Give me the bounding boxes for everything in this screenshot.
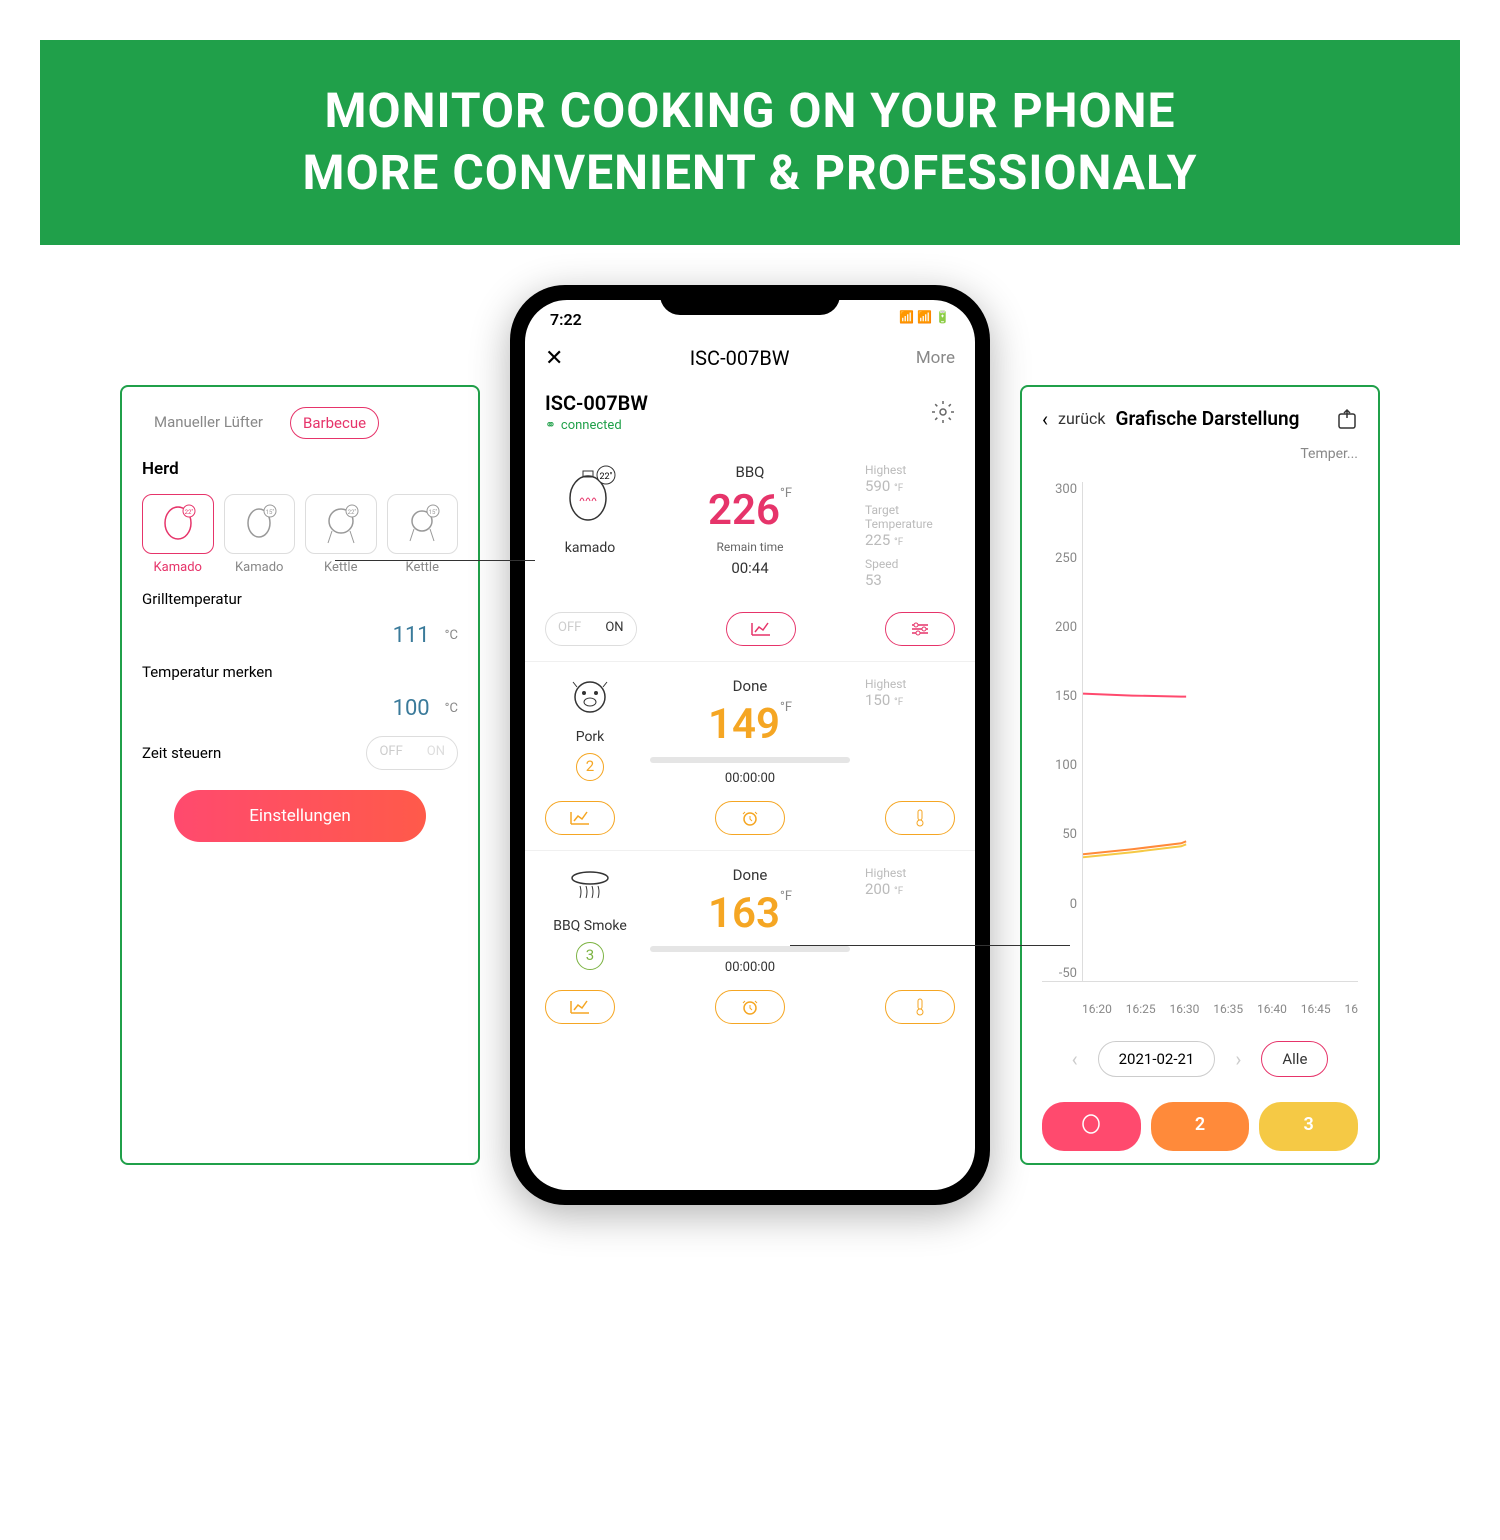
kamado-grill-icon: 22" bbox=[560, 463, 620, 528]
grill-temp-input[interactable]: 111°C bbox=[142, 623, 458, 648]
chart-area[interactable]: 300250200150100500-50 bbox=[1042, 482, 1358, 982]
promo-banner: MONITOR COOKING ON YOUR PHONEMORE CONVEN… bbox=[40, 40, 1460, 245]
svg-text:22": 22" bbox=[600, 472, 613, 482]
probe-3-badge: 3 bbox=[576, 942, 604, 970]
bbq-label: BBQ bbox=[650, 463, 850, 481]
chart-title: Grafische Darstellung bbox=[1116, 407, 1327, 430]
probe-3-button[interactable]: 3 bbox=[1259, 1102, 1358, 1151]
connector-line bbox=[790, 945, 1070, 946]
back-button[interactable]: ‹ bbox=[1042, 407, 1048, 431]
mark-temp-input[interactable]: 100°C bbox=[142, 696, 458, 721]
stove-kamado-15[interactable]: 15" Kamado bbox=[224, 494, 296, 575]
device-header: ISC-007BW ⚭connected bbox=[525, 383, 975, 448]
phone-mockup: 7:22📶 📶 🔋 ✕ ISC-007BW More ISC-007BW ⚭co… bbox=[510, 285, 990, 1205]
settings-panel: Manueller Lüfter Barbecue Herd 22" Kamad… bbox=[120, 385, 480, 1165]
grill-temp-label: Grilltemperatur bbox=[142, 590, 458, 608]
x-axis: 16:2016:2516:3016:3516:4016:4516 bbox=[1042, 1002, 1358, 1016]
connection-status: ⚭connected bbox=[545, 418, 648, 433]
all-button[interactable]: Alle bbox=[1261, 1041, 1328, 1077]
nav-title: ISC-007BW bbox=[690, 346, 790, 370]
smoke-temp: 163 bbox=[708, 889, 780, 938]
pork-status: Done bbox=[650, 677, 850, 695]
bbq-chart-button[interactable] bbox=[726, 612, 796, 646]
settings-button[interactable]: Einstellungen bbox=[174, 790, 427, 842]
chart-panel: ‹ zurück Grafische Darstellung Temper...… bbox=[1020, 385, 1380, 1165]
phone-notch bbox=[660, 285, 840, 315]
kettle-icon: 22" bbox=[322, 503, 360, 545]
probe-2-button[interactable]: 2 bbox=[1151, 1102, 1250, 1151]
svg-text:22": 22" bbox=[184, 509, 193, 516]
banner-title: MONITOR COOKING ON YOUR PHONEMORE CONVEN… bbox=[60, 80, 1440, 205]
stove-kamado-22[interactable]: 22" Kamado bbox=[142, 494, 214, 575]
bbq-toggle[interactable]: OFFON bbox=[545, 612, 637, 646]
grill-icon bbox=[1079, 1114, 1103, 1134]
sliders-icon bbox=[910, 622, 930, 636]
legend-label: Temper... bbox=[1042, 446, 1358, 462]
pork-temp-button[interactable] bbox=[885, 801, 955, 835]
thermometer-icon bbox=[914, 809, 926, 827]
time-control-row: Zeit steuern OFFON bbox=[142, 736, 458, 770]
time-toggle[interactable]: OFFON bbox=[366, 736, 458, 770]
more-button[interactable]: More bbox=[916, 348, 955, 368]
probe-2-badge: 2 bbox=[576, 753, 604, 781]
svg-text:15": 15" bbox=[266, 509, 275, 516]
bbq-temp: 226 bbox=[708, 486, 780, 535]
pork-timer-button[interactable] bbox=[715, 801, 785, 835]
herd-title: Herd bbox=[142, 459, 458, 479]
smoke-status: Done bbox=[650, 866, 850, 884]
next-date-button[interactable]: › bbox=[1235, 1047, 1241, 1071]
smoke-icon bbox=[565, 866, 615, 906]
pork-progress bbox=[650, 757, 850, 763]
pork-section: Pork 2 Done 149°F 00:00:00 Highest150 °F bbox=[525, 662, 975, 851]
smoke-progress bbox=[650, 946, 850, 952]
kamado-icon: 15" bbox=[240, 503, 278, 545]
bbq-settings-button[interactable] bbox=[885, 612, 955, 646]
kamado-icon: 22" bbox=[159, 503, 197, 545]
chart-icon bbox=[751, 622, 771, 636]
share-icon[interactable] bbox=[1336, 408, 1358, 430]
stove-kettle-22[interactable]: 22" Kettle bbox=[305, 494, 377, 575]
chart-svg bbox=[1083, 482, 1358, 981]
bbq-section: 22" kamado BBQ 226°F Remain time 00:44 H… bbox=[525, 448, 975, 662]
chart-icon bbox=[570, 811, 590, 825]
kettle-icon: 15" bbox=[403, 503, 441, 545]
close-icon[interactable]: ✕ bbox=[545, 346, 563, 371]
mark-temp-label: Temperatur merken bbox=[142, 663, 458, 681]
probe-selector: 2 3 bbox=[1042, 1102, 1358, 1151]
prev-date-button[interactable]: ‹ bbox=[1072, 1047, 1078, 1071]
alarm-icon bbox=[741, 809, 759, 827]
stove-list: 22" Kamado 15" Kamado 22" Kettle 15" Ket… bbox=[142, 494, 458, 575]
date-selector[interactable]: 2021-02-21 bbox=[1098, 1041, 1216, 1077]
pig-icon bbox=[565, 677, 615, 717]
pork-chart-button[interactable] bbox=[545, 801, 615, 835]
y-axis: 300250200150100500-50 bbox=[1042, 482, 1077, 981]
tab-manual-fan[interactable]: Manueller Lüfter bbox=[142, 407, 275, 439]
probe-1-button[interactable] bbox=[1042, 1102, 1141, 1151]
tab-barbecue[interactable]: Barbecue bbox=[290, 407, 379, 439]
stove-kettle-15[interactable]: 15" Kettle bbox=[387, 494, 459, 575]
smoke-chart-button[interactable] bbox=[545, 990, 615, 1024]
alarm-icon bbox=[741, 998, 759, 1016]
chart-icon bbox=[570, 1000, 590, 1014]
svg-text:22": 22" bbox=[347, 509, 356, 516]
back-label[interactable]: zurück bbox=[1058, 409, 1105, 428]
mode-tabs: Manueller Lüfter Barbecue bbox=[142, 407, 458, 439]
thermometer-icon bbox=[914, 998, 926, 1016]
gear-icon[interactable] bbox=[931, 400, 955, 424]
device-name: ISC-007BW bbox=[545, 391, 648, 415]
svg-text:15": 15" bbox=[429, 509, 438, 516]
smoke-timer-button[interactable] bbox=[715, 990, 785, 1024]
pork-temp: 149 bbox=[708, 700, 780, 749]
nav-bar: ✕ ISC-007BW More bbox=[525, 334, 975, 383]
connector-line bbox=[335, 560, 535, 561]
smoke-temp-button[interactable] bbox=[885, 990, 955, 1024]
